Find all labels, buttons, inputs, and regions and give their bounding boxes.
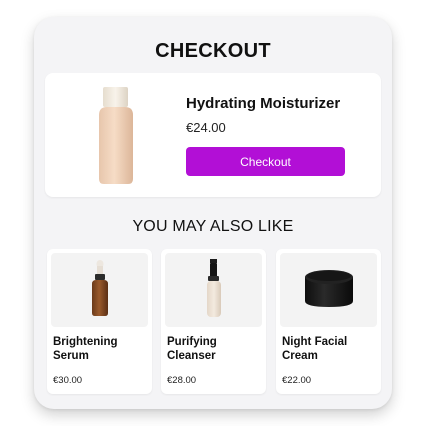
recommendation-image — [280, 253, 377, 327]
pump-bottle-icon — [204, 258, 224, 322]
recommendation-price: €22.00 — [282, 375, 312, 386]
checkout-button[interactable]: Checkout — [186, 147, 345, 176]
page-title: CHECKOUT — [155, 40, 271, 62]
cream-bottle-icon — [95, 87, 137, 185]
recommendation-image — [165, 253, 262, 327]
product-price: €24.00 — [186, 120, 226, 135]
recommendation-price: €30.00 — [53, 375, 83, 386]
recommendation-price: €28.00 — [167, 375, 197, 386]
product-name: Hydrating Moisturizer — [186, 95, 341, 112]
recommendation-card-night-facial-cream[interactable]: Night Facial Cream €22.00 — [276, 249, 381, 394]
serum-dropper-bottle-icon — [90, 259, 110, 321]
recommendation-name: Night Facial Cream — [282, 336, 348, 362]
recommendation-card-purifying-cleanser[interactable]: Purifying Cleanser €28.00 — [161, 249, 266, 394]
recommendation-card-brightening-serum[interactable]: Brightening Serum €30.00 — [47, 249, 152, 394]
recommendation-name: Purifying Cleanser — [167, 336, 217, 362]
recommendation-name: Brightening Serum — [53, 336, 118, 362]
product-panel: Hydrating Moisturizer €24.00 Checkout — [45, 73, 381, 197]
recommendation-image — [51, 253, 148, 327]
recommendations-title: YOU MAY ALSO LIKE — [132, 218, 294, 235]
cream-jar-icon — [304, 269, 354, 312]
